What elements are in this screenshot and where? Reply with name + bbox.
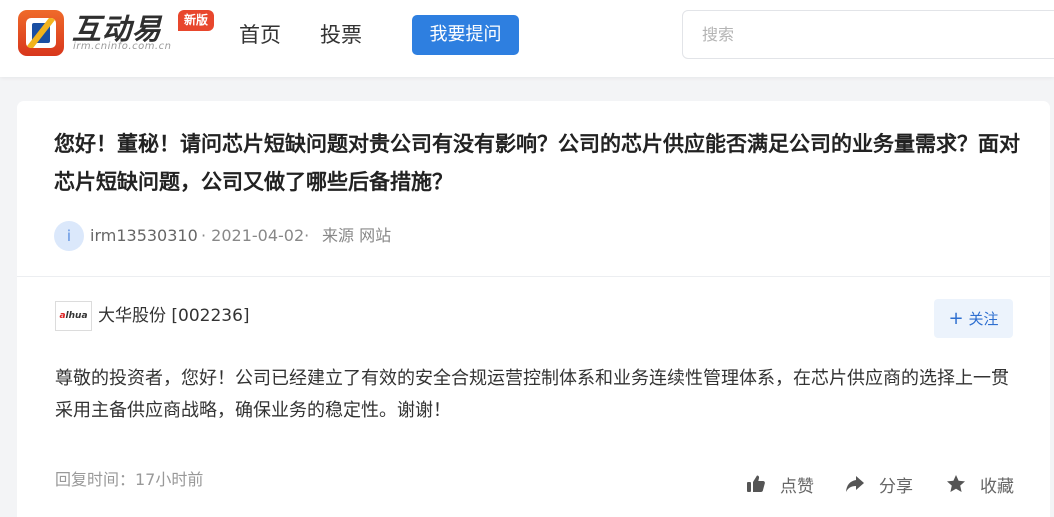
qa-card: 您好！董秘！请问芯片短缺问题对贵公司有没有影响？公司的芯片供应能否满足公司的业务… [17, 101, 1050, 517]
question-source: 来源 网站 [322, 226, 392, 245]
thumbs-up-icon [746, 474, 766, 494]
nav-link-home[interactable]: 首页 [239, 20, 281, 50]
plus-icon: + [948, 308, 964, 329]
logo-icon[interactable] [18, 10, 64, 56]
ask-question-button[interactable]: 我要提问 [412, 15, 519, 55]
nav-link-vote[interactable]: 投票 [320, 20, 362, 50]
share-label: 分享 [879, 476, 913, 497]
share-arrow-icon [845, 474, 865, 494]
question-date: · 2021-04-02· [201, 226, 310, 245]
favorite-label: 收藏 [980, 476, 1014, 497]
follow-label: 关注 [968, 310, 999, 328]
question-text: 您好！董秘！请问芯片短缺问题对贵公司有没有影响？公司的芯片供应能否满足公司的业务… [54, 132, 1020, 194]
new-version-badge: 新版 [178, 10, 215, 31]
logo-subtitle: irm.cninfo.com.cn [73, 41, 172, 52]
divider [17, 276, 1050, 277]
favorite-button[interactable]: 收藏 [946, 469, 1014, 499]
logo-title[interactable]: 互动易 [72, 6, 162, 46]
company-name[interactable]: 大华股份 [002236] [98, 305, 250, 327]
like-label: 点赞 [780, 476, 814, 497]
like-button[interactable]: 点赞 [746, 469, 814, 499]
reply-time: 回复时间：17小时前 [55, 470, 204, 489]
star-icon [946, 474, 966, 494]
follow-button[interactable]: + 关注 [934, 299, 1013, 338]
answer-text: 尊敬的投资者，您好！公司已经建立了有效的安全合规运营控制体系和业务连续性管理体系… [55, 368, 1009, 421]
share-button[interactable]: 分享 [845, 469, 913, 499]
asker-avatar[interactable]: i [54, 221, 84, 251]
search-input[interactable] [682, 10, 1054, 59]
asker-name[interactable]: irm13530310 [90, 225, 198, 247]
company-logo[interactable]: alhua [55, 301, 92, 331]
top-navigation-bar: 互动易 irm.cninfo.com.cn 新版 首页 投票 我要提问 [0, 0, 1054, 77]
company-logo-text: lhua [65, 311, 88, 321]
